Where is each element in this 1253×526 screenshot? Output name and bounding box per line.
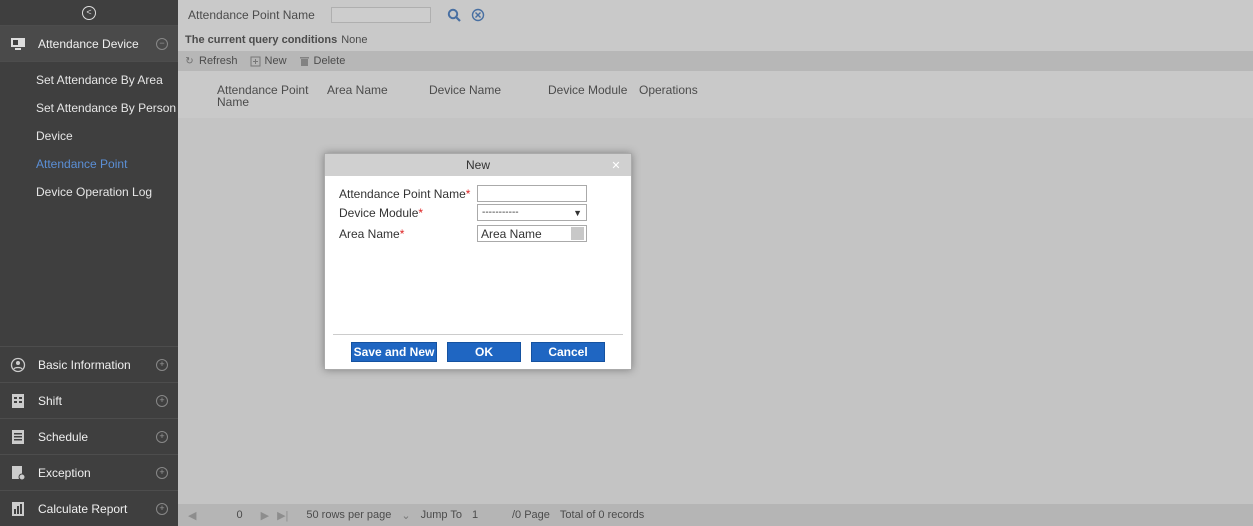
area-name-select[interactable]: Area Name	[477, 225, 587, 242]
group-calculate-report[interactable]: Calculate Report +	[0, 490, 178, 526]
save-and-new-button[interactable]: Save and New	[351, 342, 437, 362]
menu-item-device[interactable]: Device	[0, 122, 178, 150]
exception-icon	[10, 465, 26, 481]
dialog-header: New ✕	[325, 154, 631, 176]
module-label: Device Module*	[339, 205, 424, 220]
form-row-name: Attendance Point Name*	[339, 184, 631, 203]
group-label: Exception	[38, 465, 91, 480]
menu-item-set-attendance-by-area[interactable]: Set Attendance By Area	[0, 66, 178, 94]
name-label: Attendance Point Name*	[339, 186, 471, 201]
group-label: Basic Information	[38, 357, 131, 372]
schedule-icon	[10, 429, 26, 445]
menu-item-device-operation-log[interactable]: Device Operation Log	[0, 178, 178, 206]
new-dialog: New ✕ Attendance Point Name* Device Modu…	[324, 153, 632, 370]
submenu: Set Attendance By Area Set Attendance By…	[0, 62, 178, 364]
group-label: Calculate Report	[38, 501, 128, 516]
group-schedule[interactable]: Schedule +	[0, 418, 178, 454]
dialog-title: New	[465, 158, 490, 172]
group-label: Attendance Device	[38, 36, 139, 51]
cancel-button[interactable]: Cancel	[531, 342, 605, 362]
expand-group-icon[interactable]: +	[156, 502, 168, 515]
expand-group-icon[interactable]: +	[156, 358, 168, 371]
dropdown-arrow-icon: ▼	[573, 207, 582, 218]
menu-item-set-attendance-by-person[interactable]: Set Attendance By Person	[0, 94, 178, 122]
sidebar: < Attendance Device − Set Attendance By …	[0, 0, 178, 526]
group-exception[interactable]: Exception +	[0, 454, 178, 490]
expand-group-icon[interactable]: +	[156, 466, 168, 479]
area-name-value: Area Name	[481, 226, 542, 241]
form-row-module: Device Module* ----------- ▼	[339, 203, 631, 222]
area-label: Area Name*	[339, 226, 405, 241]
group-shift[interactable]: Shift +	[0, 382, 178, 418]
collapse-circle-icon: <	[82, 5, 96, 20]
group-basic-information[interactable]: Basic Information +	[0, 346, 178, 382]
ok-button[interactable]: OK	[447, 342, 521, 362]
collapse-group-icon[interactable]: −	[156, 37, 168, 50]
basic-info-icon	[10, 357, 26, 373]
close-icon[interactable]: ✕	[609, 158, 623, 172]
group-attendance-device[interactable]: Attendance Device −	[0, 26, 178, 62]
group-label: Shift	[38, 393, 63, 408]
expand-group-icon[interactable]: +	[156, 394, 168, 407]
form-row-area: Area Name* Area Name	[339, 224, 631, 243]
device-module-value: -----------	[482, 207, 519, 218]
shift-icon	[10, 393, 26, 409]
dialog-form: Attendance Point Name* Device Module* --…	[325, 176, 631, 243]
sidebar-groups: Basic Information + Shift + Schedule + E…	[0, 346, 178, 526]
dialog-buttons: Save and New OK Cancel	[325, 342, 631, 362]
device-module-select[interactable]: ----------- ▼	[477, 204, 587, 221]
attendance-device-icon	[10, 36, 26, 52]
menu-item-attendance-point[interactable]: Attendance Point	[0, 150, 178, 178]
report-icon	[10, 501, 26, 517]
area-picker-icon[interactable]	[571, 227, 584, 240]
divider	[333, 334, 623, 335]
expand-group-icon[interactable]: +	[156, 430, 168, 443]
sidebar-collapse-button[interactable]: <	[0, 0, 178, 26]
group-label: Schedule	[38, 429, 89, 444]
attendance-point-name-input[interactable]	[477, 185, 587, 202]
